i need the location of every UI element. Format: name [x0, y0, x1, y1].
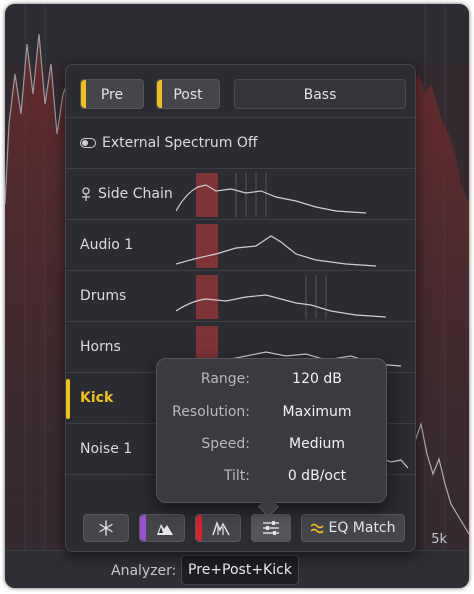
pre-button-label: Pre [100, 87, 124, 103]
drums-label: Drums [80, 288, 127, 304]
tilt-key: Tilt: [223, 468, 250, 484]
range-value[interactable]: 120 dB [259, 371, 375, 387]
speed-key: Speed: [201, 436, 250, 452]
sidechain-key-icon [82, 187, 90, 201]
post-button[interactable]: Post [156, 79, 220, 109]
speed-value[interactable]: Medium [259, 436, 375, 452]
side-chain-spectrum-thumbnail [176, 173, 367, 217]
side-chain-label: Side Chain [80, 186, 173, 202]
row-external-spectrum[interactable]: External Spectrum Off [66, 117, 415, 168]
post-button-label: Post [173, 87, 203, 103]
tooltip-range-row[interactable]: Range: 120 dB [157, 371, 386, 395]
bass-button-label: Bass [303, 87, 337, 103]
pre-active-stripe [81, 80, 86, 108]
analyzer-label: Analyzer: [111, 563, 177, 579]
audio-1-spectrum-thumbnail [176, 224, 377, 268]
pre-button[interactable]: Pre [80, 79, 144, 109]
frequency-label-5k: 5k [431, 532, 447, 547]
panel-toolbar: EQ Match [83, 514, 407, 544]
eq-match-button[interactable]: EQ Match [301, 514, 405, 542]
post-active-stripe [157, 80, 162, 108]
sliders-icon [263, 521, 279, 535]
analyzer-bar: Analyzer: Pre+Post+Kick [5, 550, 469, 588]
mountain-outline-icon [212, 521, 230, 536]
row-audio-1[interactable]: Audio 1 [66, 219, 415, 270]
source-button-row: Pre Post Bass [80, 79, 406, 111]
approx-icon [310, 523, 325, 534]
noise-1-label: Noise 1 [80, 441, 133, 457]
analyzer-source-selector[interactable]: Pre+Post+Kick [181, 555, 299, 585]
analyzer-settings-tooltip: Range: 120 dB Resolution: Maximum Speed:… [156, 358, 387, 503]
tooltip-resolution-row[interactable]: Resolution: Maximum [157, 404, 386, 428]
tooltip-speed-row[interactable]: Speed: Medium [157, 436, 386, 460]
resolution-value[interactable]: Maximum [259, 404, 375, 420]
row-side-chain[interactable]: Side Chain [66, 168, 415, 219]
audio-1-label: Audio 1 [80, 237, 134, 253]
kick-label: Kick [80, 390, 114, 406]
external-spectrum-label: External Spectrum Off [80, 135, 258, 151]
eq-match-label: EQ Match [328, 520, 396, 536]
kick-active-indicator [66, 379, 70, 419]
horns-label: Horns [80, 339, 121, 355]
analyzer-settings-button[interactable] [251, 514, 291, 542]
tilt-value[interactable]: 0 dB/oct [259, 468, 375, 484]
plugin-window: 5k Analyzer: Pre+Post+Kick Pre Post Bass [5, 4, 469, 588]
drums-spectrum-thumbnail [176, 275, 387, 319]
bass-button[interactable]: Bass [234, 79, 406, 109]
snowflake-icon [99, 520, 113, 536]
row-drums[interactable]: Drums [66, 270, 415, 321]
pre-spectrum-mode-button[interactable] [139, 514, 185, 542]
post-spectrum-mode-button[interactable] [195, 514, 241, 542]
range-key: Range: [200, 371, 250, 387]
toggle-icon [80, 138, 96, 148]
freeze-button[interactable] [83, 514, 129, 542]
resolution-key: Resolution: [172, 404, 250, 420]
tooltip-tilt-row[interactable]: Tilt: 0 dB/oct [157, 468, 386, 492]
red-stripe [196, 515, 202, 541]
mountain-filled-icon [157, 524, 173, 535]
purple-stripe [140, 515, 146, 541]
